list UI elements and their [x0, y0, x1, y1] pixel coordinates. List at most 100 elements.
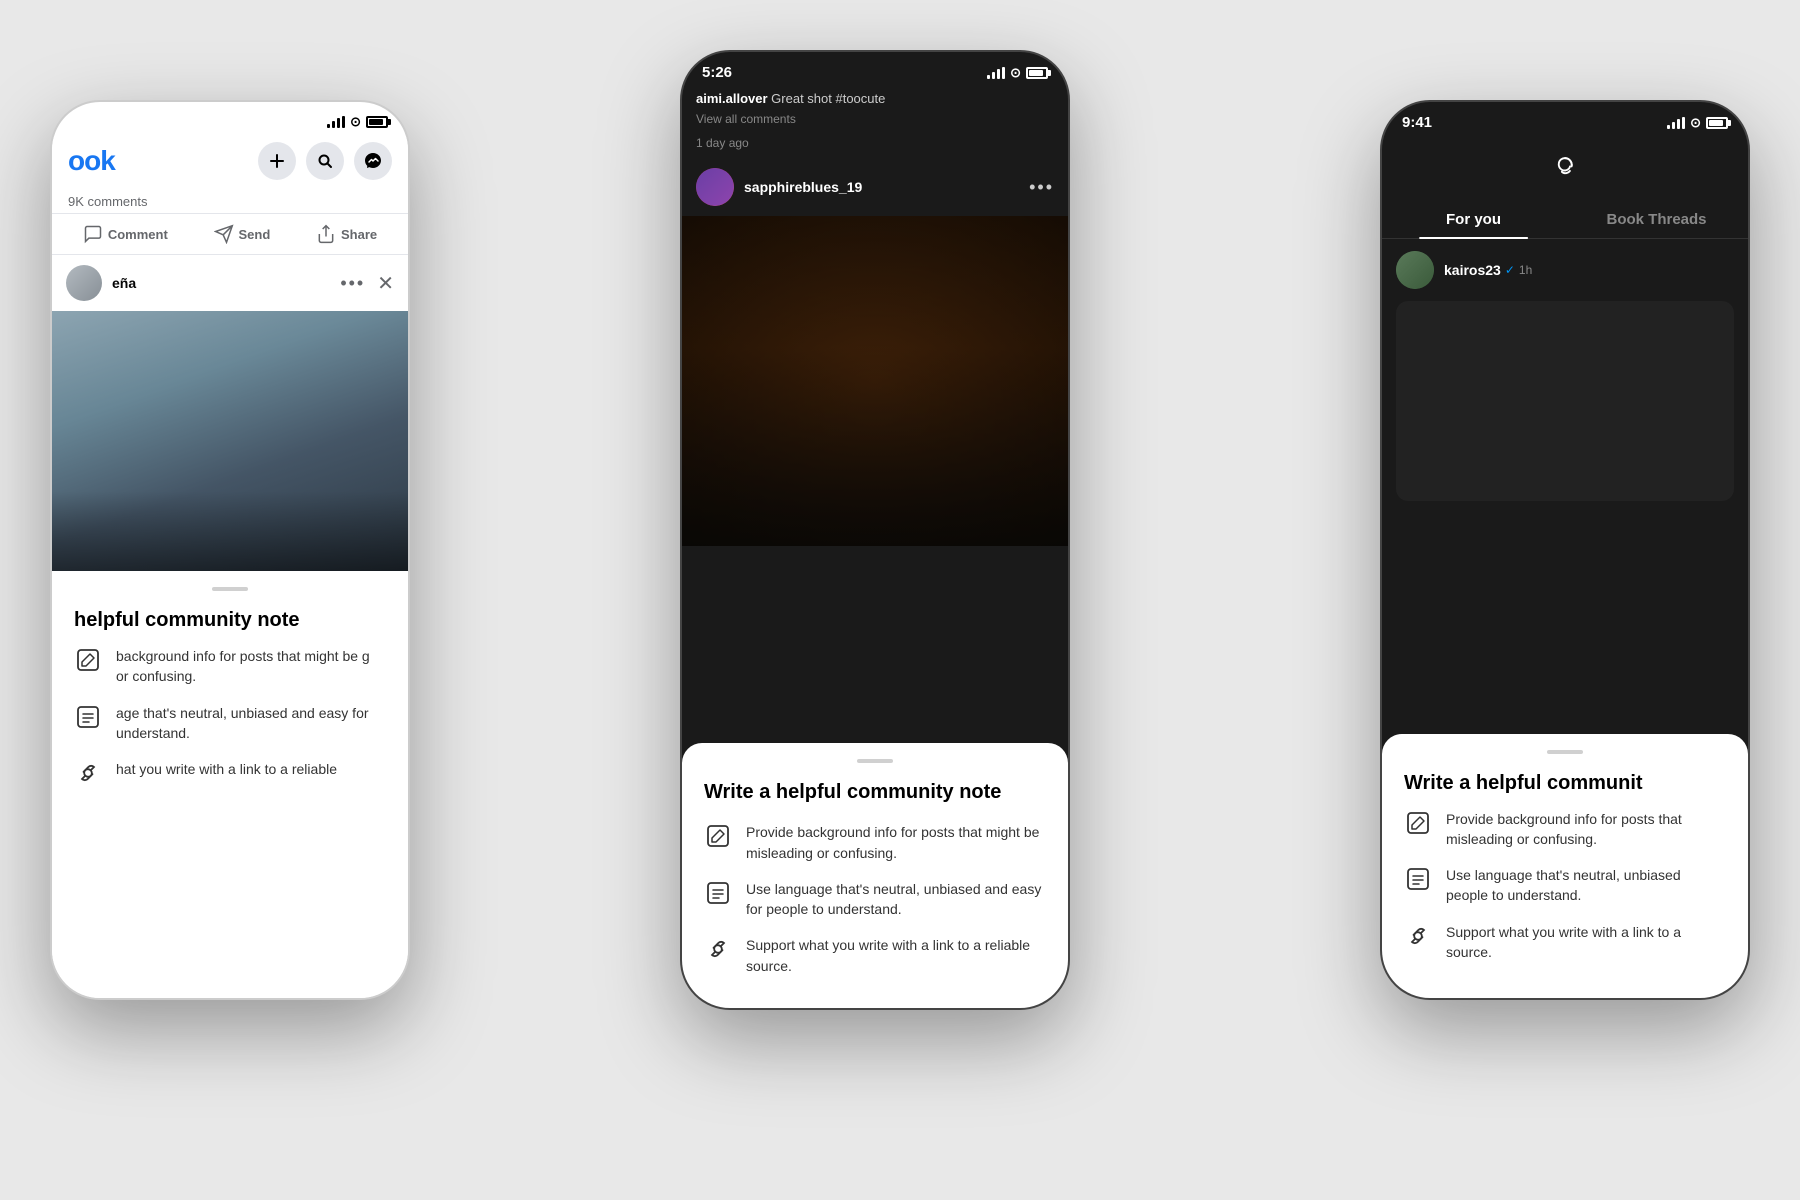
threads-status-icons: ⊙: [1667, 115, 1728, 131]
ig-note-item-2-text: Use language that's neutral, unbiased an…: [746, 879, 1046, 920]
threads-note-item-1-text: Provide background info for posts that m…: [1446, 809, 1726, 850]
threads-logo-area: [1382, 137, 1748, 201]
threads-list-icon: [1404, 865, 1432, 893]
fb-logo: ook: [68, 145, 115, 177]
threads-note-item-2-text: Use language that's neutral, unbiased pe…: [1446, 865, 1726, 906]
ig-post-avatar: [696, 168, 734, 206]
fb-post-user: eña: [66, 265, 136, 301]
ig-post-media: [682, 216, 1068, 546]
fb-status-bar: ⊙: [52, 102, 408, 136]
fb-status-icons: ⊙: [327, 114, 388, 130]
fb-action-buttons: [258, 142, 392, 180]
fb-more-dots[interactable]: •••: [340, 273, 365, 294]
fb-post-image: [52, 311, 408, 571]
fb-share-label: Share: [341, 227, 377, 242]
fb-action-bar: Comment Send Share: [52, 213, 408, 255]
fb-search-button[interactable]: [306, 142, 344, 180]
phone-facebook: ⊙ ook: [50, 100, 410, 1000]
ig-sheet-handle: [857, 759, 893, 763]
fb-comment-action[interactable]: Comment: [83, 224, 168, 244]
fb-comments-count: 9K comments: [52, 190, 408, 213]
fb-post-header-actions: ••• ✕: [340, 271, 394, 296]
phones-container: ⊙ ook: [0, 0, 1800, 1200]
threads-wifi-icon: ⊙: [1690, 115, 1701, 131]
threads-link-icon: [1404, 922, 1432, 950]
ig-sheet-title: Write a helpful community note: [704, 781, 1046, 804]
threads-tab-for-you[interactable]: For you: [1382, 201, 1565, 238]
fb-list-icon: [74, 703, 102, 731]
threads-logo-icon: [1544, 145, 1586, 187]
fb-send-action[interactable]: Send: [214, 224, 271, 244]
ig-status-bar: 5:26 ⊙: [682, 52, 1068, 87]
fb-note-item-2-text: age that's neutral, unbiased and easy fo…: [116, 703, 386, 744]
fb-note-item-2: age that's neutral, unbiased and easy fo…: [74, 703, 386, 744]
threads-post-content: [1396, 301, 1734, 501]
fb-link-icon: [74, 759, 102, 787]
threads-note-item-3-text: Support what you write with a link to a …: [1446, 922, 1726, 963]
ig-note-item-3-text: Support what you write with a link to a …: [746, 935, 1046, 976]
threads-tab-book-threads[interactable]: Book Threads: [1565, 201, 1748, 238]
ig-note-item-2: Use language that's neutral, unbiased an…: [704, 879, 1046, 920]
threads-post-username: kairos23: [1444, 262, 1501, 278]
threads-note-item-3: Support what you write with a link to a …: [1404, 922, 1726, 963]
ig-link-icon: [704, 935, 732, 963]
threads-status-time: 9:41: [1402, 114, 1432, 131]
threads-tabs: For you Book Threads: [1382, 201, 1748, 239]
threads-post-user-info: kairos23 ✓ 1h: [1444, 262, 1532, 278]
ig-post-username: sapphireblues_19: [744, 179, 862, 195]
ig-wifi-icon: ⊙: [1010, 65, 1021, 81]
fb-close-button[interactable]: ✕: [377, 271, 394, 296]
threads-dark-spacer: [1382, 501, 1748, 734]
ig-note-item-1: Provide background info for posts that m…: [704, 822, 1046, 863]
fb-messenger-button[interactable]: [354, 142, 392, 180]
phone-instagram: 5:26 ⊙ aimi.allover Great shot #toocute …: [680, 50, 1070, 1010]
fb-wifi-icon: ⊙: [350, 114, 361, 130]
fb-note-item-3: hat you write with a link to a reliable: [74, 759, 386, 787]
fb-bottom-sheet: helpful community note background info f…: [52, 571, 408, 998]
fb-post-username: eña: [112, 275, 136, 291]
threads-status-bar: 9:41 ⊙: [1382, 102, 1748, 137]
ig-timestamp: 1 day ago: [682, 134, 1068, 158]
ig-status-time: 5:26: [702, 64, 732, 81]
ig-view-comments[interactable]: View all comments: [682, 108, 1068, 134]
fb-post-avatar: [66, 265, 102, 301]
ig-post-header: sapphireblues_19 •••: [682, 158, 1068, 216]
threads-post-avatar: [1396, 251, 1434, 289]
ig-post-user: sapphireblues_19: [696, 168, 862, 206]
fb-signal-icon: [327, 116, 345, 128]
fb-comment-label: Comment: [108, 227, 168, 242]
threads-post-header: kairos23 ✓ 1h: [1382, 239, 1748, 301]
threads-edit-icon: [1404, 809, 1432, 837]
threads-signal-icon: [1667, 117, 1685, 129]
ig-bottom-sheet: Write a helpful community note Provide b…: [682, 743, 1068, 1008]
ig-signal-icon: [987, 67, 1005, 79]
ig-battery-icon: [1026, 67, 1048, 79]
fb-sheet-handle: [212, 587, 248, 591]
fb-sheet-title: helpful community note: [74, 609, 386, 632]
threads-battery-icon: [1706, 117, 1728, 129]
fb-share-action[interactable]: Share: [316, 224, 377, 244]
ig-edit-icon: [704, 822, 732, 850]
threads-post-time: 1h: [1519, 263, 1532, 277]
ig-note-item-3: Support what you write with a link to a …: [704, 935, 1046, 976]
ig-list-icon: [704, 879, 732, 907]
ig-dark-spacer: [682, 546, 1068, 743]
phone-threads: 9:41 ⊙: [1380, 100, 1750, 1000]
threads-note-item-2: Use language that's neutral, unbiased pe…: [1404, 865, 1726, 906]
threads-sheet-handle: [1547, 750, 1583, 754]
threads-bottom-sheet: Write a helpful communit Provide backgro…: [1382, 734, 1748, 999]
ig-more-dots[interactable]: •••: [1029, 177, 1054, 198]
fb-header: ook: [52, 136, 408, 190]
fb-battery-icon: [366, 116, 388, 128]
threads-sheet-title: Write a helpful communit: [1404, 772, 1726, 795]
threads-verified-badge: ✓: [1505, 263, 1515, 277]
fb-edit-icon: [74, 646, 102, 674]
fb-note-item-1-text: background info for posts that might be …: [116, 646, 386, 687]
fb-add-button[interactable]: [258, 142, 296, 180]
ig-comment-text: Great shot #toocute: [771, 91, 885, 106]
fb-send-label: Send: [239, 227, 271, 242]
ig-comment-username: aimi.allover: [696, 91, 768, 106]
threads-note-item-1: Provide background info for posts that m…: [1404, 809, 1726, 850]
fb-post-header: eña ••• ✕: [52, 255, 408, 311]
ig-note-item-1-text: Provide background info for posts that m…: [746, 822, 1046, 863]
